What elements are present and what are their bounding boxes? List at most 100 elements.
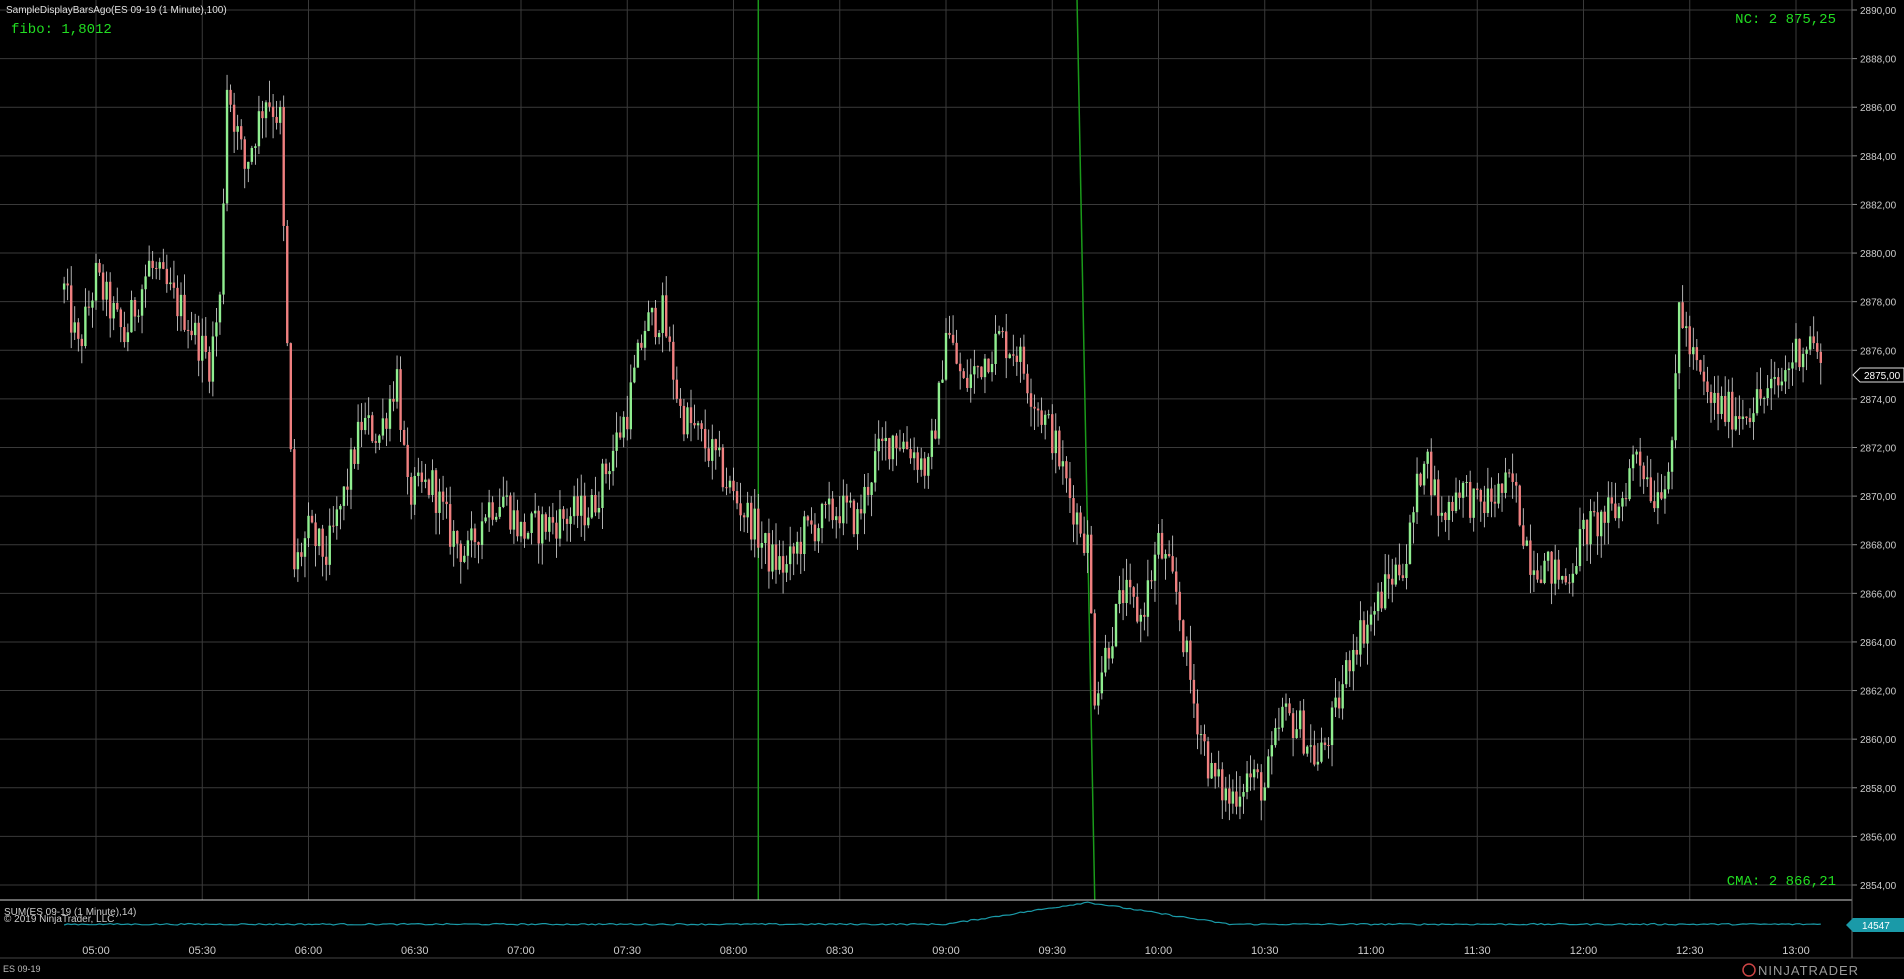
candle-body: [1667, 471, 1670, 490]
candle: [587, 507, 590, 529]
candle: [1794, 323, 1798, 370]
candle-body: [1376, 591, 1380, 612]
candle-body: [1798, 338, 1801, 368]
time-axis[interactable]: 05:00 05:30 06:00 06:30 07:00 07:30 08:00 08:30…: [82, 945, 1810, 957]
candle: [1320, 727, 1323, 764]
candle-body: [650, 307, 654, 313]
candle-body: [80, 338, 84, 347]
candle: [463, 546, 466, 564]
sum-value-tag: 14547: [1846, 918, 1904, 932]
candle-body: [1621, 498, 1624, 507]
candle: [1167, 540, 1171, 558]
candle-body: [1369, 614, 1373, 625]
candle: [838, 496, 841, 529]
candle-body: [197, 322, 200, 361]
candle-body: [898, 448, 902, 450]
candle-body: [1801, 353, 1805, 368]
candle: [190, 311, 193, 341]
candle-body: [735, 491, 739, 504]
candle: [452, 520, 455, 567]
candle-body: [580, 495, 583, 516]
candle-body: [250, 147, 254, 162]
candle: [410, 472, 413, 520]
candle: [799, 527, 802, 574]
candle: [445, 487, 448, 519]
candle-body: [420, 472, 424, 482]
ninjatrader-logo: NINJATRADER: [1742, 963, 1858, 978]
candle-body: [838, 516, 841, 524]
candle-body: [1345, 660, 1348, 685]
candle-body: [385, 418, 388, 429]
candle-body: [94, 262, 98, 301]
candle: [70, 266, 73, 349]
candle-body: [587, 517, 590, 526]
candle: [1313, 730, 1316, 767]
candle: [845, 483, 849, 524]
candle-body: [1235, 791, 1238, 807]
candle: [512, 492, 516, 544]
candle-body: [533, 510, 537, 514]
candle: [1553, 544, 1557, 596]
candle: [700, 420, 703, 442]
candle-body: [186, 329, 190, 331]
candle: [1054, 413, 1057, 474]
candle: [654, 300, 657, 345]
candle-body: [1692, 347, 1695, 355]
candle: [1564, 568, 1567, 586]
candle-body: [962, 371, 965, 378]
candle-body: [1153, 554, 1157, 581]
candle-body: [360, 421, 363, 431]
candle-body: [1136, 596, 1139, 622]
candle: [1525, 536, 1529, 547]
candle: [303, 531, 307, 578]
candle-body: [1199, 734, 1203, 736]
candle-body: [1426, 451, 1429, 464]
candle-body: [1150, 580, 1153, 582]
candle-body: [1217, 769, 1220, 777]
candle: [541, 506, 544, 565]
chart-canvas[interactable]: 2890,00 2888,00 2886,00 2884,00 2882,00 2880,…: [0, 0, 1904, 979]
candle-body: [859, 509, 863, 514]
candle-body: [1483, 501, 1486, 514]
candle-body: [1008, 354, 1011, 359]
candle: [1366, 610, 1369, 665]
chart-window[interactable]: 2890,00 2888,00 2886,00 2884,00 2882,00 2880,…: [0, 0, 1904, 979]
candle-body: [367, 415, 370, 418]
candle-body: [1352, 649, 1355, 672]
candle: [1228, 774, 1231, 821]
candle: [151, 250, 154, 280]
candle-body: [1143, 614, 1146, 617]
candle: [314, 513, 317, 567]
price-tick-label: 2886,00: [1860, 103, 1897, 114]
candle-body: [1646, 477, 1649, 480]
candle-body: [958, 363, 962, 372]
candle-body: [877, 438, 880, 452]
candle-body: [714, 439, 717, 451]
candle: [1068, 462, 1072, 514]
candle: [973, 349, 976, 394]
price-axis[interactable]: 2890,00 2888,00 2886,00 2884,00 2882,00 2880,…: [1852, 6, 1897, 892]
candle: [1486, 467, 1490, 517]
candle: [863, 473, 866, 535]
candle: [689, 389, 693, 442]
price-tick-label: 2878,00: [1860, 298, 1897, 309]
candle: [1075, 503, 1079, 545]
candle: [1171, 535, 1174, 574]
candle: [247, 161, 250, 183]
candle-body: [633, 367, 636, 383]
candle: [172, 260, 176, 299]
candle: [1430, 438, 1433, 516]
candle-body: [190, 330, 193, 336]
candle-body: [1568, 582, 1571, 584]
candle-body: [66, 283, 69, 286]
sum-indicator-panel[interactable]: [63, 901, 1821, 926]
candle: [1093, 609, 1096, 710]
candle: [916, 446, 919, 483]
candle: [392, 381, 395, 412]
candle-body: [1766, 388, 1769, 399]
candle-body: [1589, 511, 1592, 545]
indicator-title: SampleDisplayBarsAgo(ES 09-19 (1 Minute)…: [6, 5, 227, 16]
candle-body: [1670, 440, 1674, 472]
candle-body: [381, 418, 385, 436]
candle: [1263, 782, 1266, 801]
